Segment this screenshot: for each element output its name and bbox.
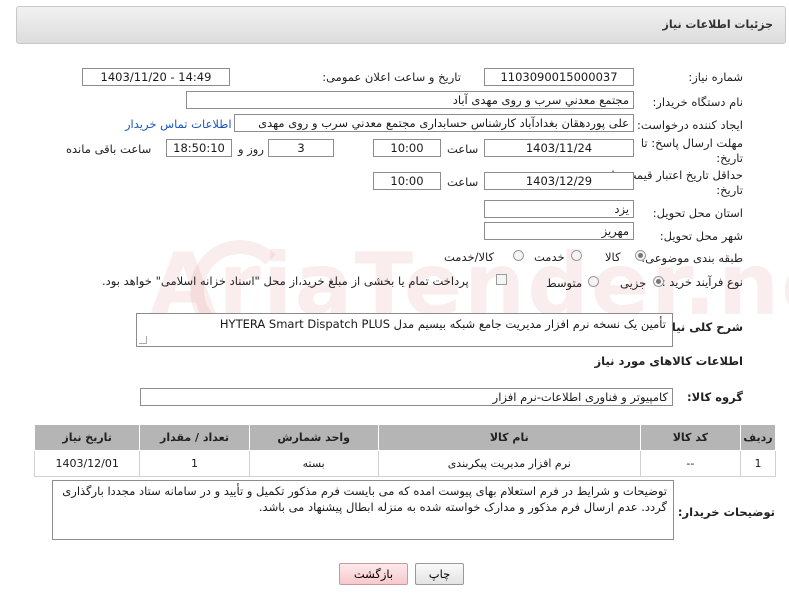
category-radio-goods-service[interactable] — [513, 250, 524, 261]
goods-group-field: کامپیوتر و فناوری اطلاعات-نرم افزار — [140, 388, 673, 406]
remaining-days-label: روز و — [238, 142, 264, 156]
buyer-contact-link[interactable]: اطلاعات تماس خریدار — [125, 117, 232, 131]
resize-handle-icon[interactable] — [139, 336, 147, 344]
reply-deadline-time-field: 10:00 — [373, 139, 441, 157]
need-number-field: 1103090015000037 — [484, 68, 634, 86]
description-label: شرح کلی نیاز: — [660, 320, 743, 334]
treasury-payment-checkbox[interactable] — [496, 274, 507, 285]
col-unit: واحد شمارش — [248, 424, 379, 451]
treasury-payment-note: پرداخت تمام یا بخشی از مبلغ خرید،از محل … — [102, 274, 469, 288]
price-validity-label-date: تاریخ: — [716, 183, 743, 197]
cell-row: 1 — [739, 450, 777, 477]
table-row: 1 -- نرم افزار مدیریت پیکربندی بسته 1 14… — [33, 450, 777, 477]
reply-deadline-time-label: ساعت — [447, 142, 479, 156]
creator-label: ایجاد کننده درخواست: — [637, 118, 743, 132]
price-validity-time-label: ساعت — [447, 175, 479, 189]
price-validity-time-field: 10:00 — [373, 172, 441, 190]
cell-name: نرم افزار مدیریت پیکربندی — [377, 450, 641, 477]
reply-deadline-label-date: تاریخ: — [716, 151, 743, 165]
col-code: کد کالا — [639, 424, 741, 451]
creator-field: علی پوردهقان بغدادآباد کارشناس حسابداری … — [234, 114, 634, 132]
buyer-notes-label: توضیحات خریدار: — [677, 505, 775, 519]
purchase-type-option-medium: متوسط — [546, 276, 583, 290]
need-number-label: شماره نیاز: — [688, 70, 743, 84]
city-field: مهریز — [484, 222, 634, 240]
col-name: نام کالا — [377, 424, 641, 451]
cell-code: -- — [639, 450, 741, 477]
province-label: استان محل تحویل: — [652, 206, 743, 220]
cell-date: 1403/12/01 — [33, 450, 141, 477]
purchase-type-radio-medium[interactable] — [588, 276, 599, 287]
province-field: یزد — [484, 200, 634, 218]
col-qty: تعداد / مقدار — [139, 424, 250, 451]
buyer-notes-field: توضیحات و شرایط در فرم استعلام بهای پیوس… — [52, 480, 674, 540]
goods-group-label: گروه کالا: — [687, 390, 743, 404]
description-field: تأمین یک نسخه نرم افزار مدیریت جامع شبکه… — [136, 313, 673, 347]
col-date: تاریخ نیاز — [33, 424, 141, 451]
remaining-days-field: 3 — [268, 139, 334, 157]
purchase-type-option-small: جزیی — [620, 276, 647, 290]
category-option-goods: کالا — [605, 250, 621, 264]
remaining-time-label: ساعت باقی مانده — [66, 142, 152, 156]
col-row: ردیف — [739, 424, 777, 451]
purchase-type-label: نوع فرآیند خرید : — [661, 275, 743, 289]
reply-deadline-date-field: 1403/11/24 — [484, 139, 634, 157]
remaining-time-field: 18:50:10 — [166, 139, 232, 157]
page-title: جزئیات اطلاعات نیاز — [662, 18, 774, 31]
back-button[interactable]: بازگشت — [339, 563, 408, 585]
announce-datetime-field: 1403/11/20 - 14:49 — [82, 68, 230, 86]
goods-section-title: اطلاعات کالاهای مورد نیاز — [594, 354, 743, 368]
cell-qty: 1 — [139, 450, 250, 477]
category-option-service: خدمت — [534, 250, 565, 264]
category-radio-goods[interactable] — [635, 250, 646, 261]
purchase-type-radio-small[interactable] — [653, 276, 664, 287]
buyer-notes-text: توضیحات و شرایط در فرم استعلام بهای پیوس… — [62, 484, 667, 514]
reply-deadline-label: مهلت ارسال پاسخ: تا — [640, 136, 743, 150]
cell-unit: بسته — [248, 450, 379, 477]
city-label: شهر محل تحویل: — [659, 229, 743, 243]
description-text: تأمین یک نسخه نرم افزار مدیریت جامع شبکه… — [219, 317, 666, 331]
announce-datetime-label: تاریخ و ساعت اعلان عمومی: — [322, 70, 461, 84]
goods-table: ردیف کد کالا نام کالا واحد شمارش تعداد /… — [33, 424, 777, 477]
category-label: طبقه بندی موضوعی: — [641, 251, 743, 265]
goods-table-header: ردیف کد کالا نام کالا واحد شمارش تعداد /… — [33, 424, 777, 451]
category-radio-service[interactable] — [571, 250, 582, 261]
price-validity-date-field: 1403/12/29 — [484, 172, 634, 190]
category-option-goods-service: کالا/خدمت — [444, 250, 495, 264]
buyer-org-label: نام دستگاه خریدار: — [652, 95, 743, 109]
buyer-org-field: مجتمع معدني سرب و روی مهدی آباد — [186, 91, 634, 109]
print-button[interactable]: چاپ — [415, 563, 464, 585]
